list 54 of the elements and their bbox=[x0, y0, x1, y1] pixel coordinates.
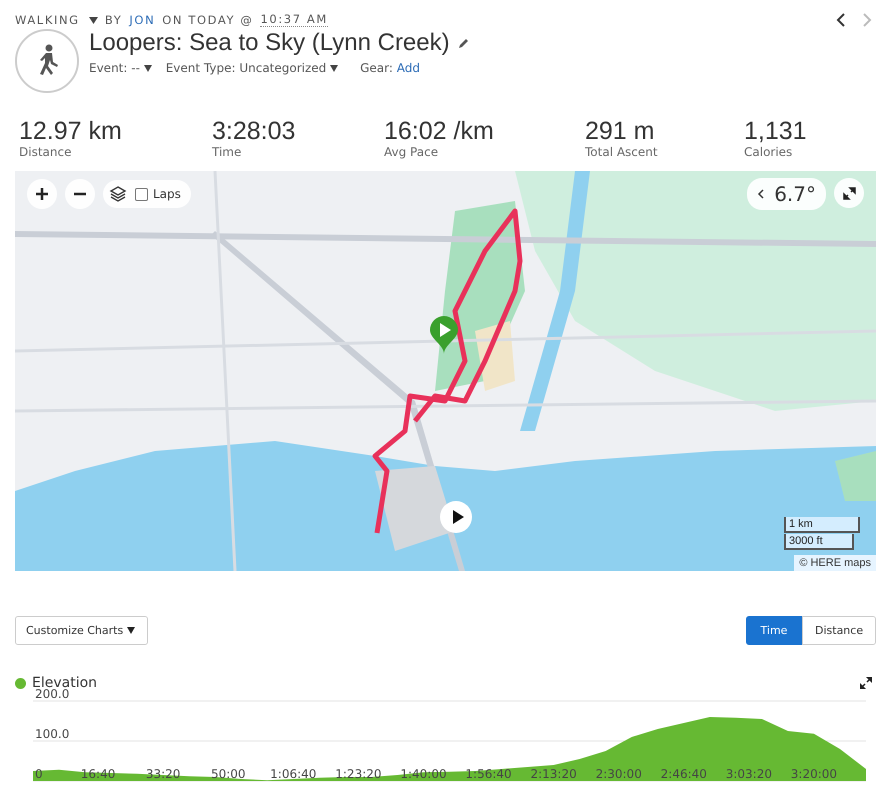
x-tick-label: 1:56:40 bbox=[465, 767, 512, 781]
walking-icon bbox=[15, 29, 79, 93]
x-tick-label: 2:30:00 bbox=[596, 767, 642, 781]
axis-tab[interactable]: Distance bbox=[802, 616, 876, 645]
y-tick-label: 200.0 bbox=[35, 687, 70, 701]
x-tick-label: 50:00 bbox=[210, 767, 246, 781]
stat-value: 1,131 bbox=[744, 117, 807, 145]
gear-label: Gear: bbox=[360, 61, 393, 75]
play-icon bbox=[452, 510, 464, 524]
temperature-reading: 6.7° bbox=[774, 182, 816, 206]
start-marker-icon bbox=[429, 315, 459, 355]
stat-label: Calories bbox=[744, 145, 794, 159]
x-tick-label: 3:03:20 bbox=[726, 767, 772, 781]
caret-icon bbox=[126, 627, 135, 634]
stat-label: Total Ascent bbox=[585, 145, 659, 159]
x-tick-label: 3:20:00 bbox=[790, 767, 838, 781]
stat-label: Time bbox=[212, 145, 242, 159]
caret-icon[interactable] bbox=[88, 16, 98, 24]
y-tick-label: 0 bbox=[35, 767, 43, 781]
caret-icon[interactable] bbox=[330, 65, 338, 72]
collapse-icon[interactable] bbox=[757, 189, 764, 199]
stat-label: Avg Pace bbox=[384, 145, 440, 159]
laps-checkbox[interactable] bbox=[135, 188, 148, 200]
event-dropdown[interactable]: Event: -- bbox=[89, 61, 152, 75]
y-tick-label: 100.0 bbox=[35, 727, 70, 741]
stat-label: Distance bbox=[19, 145, 72, 159]
plus-icon bbox=[36, 188, 48, 200]
stat-value: 3:28:03 bbox=[212, 117, 296, 145]
activity-time[interactable]: 10:37 AM bbox=[260, 12, 328, 27]
stat-value: 12.97 km bbox=[19, 117, 123, 145]
author-link[interactable]: JON bbox=[129, 12, 156, 26]
x-tick-label: 2:13:20 bbox=[530, 767, 577, 781]
edit-icon[interactable] bbox=[458, 37, 470, 49]
axis-tab[interactable]: Time bbox=[746, 616, 802, 645]
activity-type-dropdown[interactable]: WALKING bbox=[15, 12, 98, 26]
stat-value: 291 m bbox=[585, 117, 656, 145]
x-tick-label: 1:06:40 bbox=[270, 767, 316, 781]
scale-bar: 1 km bbox=[784, 517, 860, 533]
scale-bar: 3000 ft bbox=[784, 534, 854, 550]
activity-title: Loopers: Sea to Sky (Lynn Creek) bbox=[89, 29, 450, 57]
stat-value: 16:02 /km bbox=[384, 117, 495, 145]
map-attribution[interactable]: © HERE maps bbox=[794, 555, 876, 571]
add-gear-link[interactable]: Add bbox=[396, 61, 420, 75]
x-tick-label: 2:46:40 bbox=[660, 767, 707, 781]
layers-icon[interactable] bbox=[109, 185, 127, 203]
byline-text: ON TODAY @ bbox=[162, 12, 254, 26]
caret-icon[interactable] bbox=[144, 65, 152, 72]
fullscreen-icon bbox=[842, 186, 856, 200]
laps-label: Laps bbox=[153, 187, 181, 201]
event-type-dropdown[interactable]: Event Type: Uncategorized bbox=[166, 61, 338, 75]
previous-icon[interactable] bbox=[836, 12, 846, 26]
byline-text: BY bbox=[104, 12, 122, 26]
expand-icon[interactable] bbox=[860, 677, 872, 689]
customize-charts-button[interactable]: Customize Charts bbox=[15, 616, 148, 645]
